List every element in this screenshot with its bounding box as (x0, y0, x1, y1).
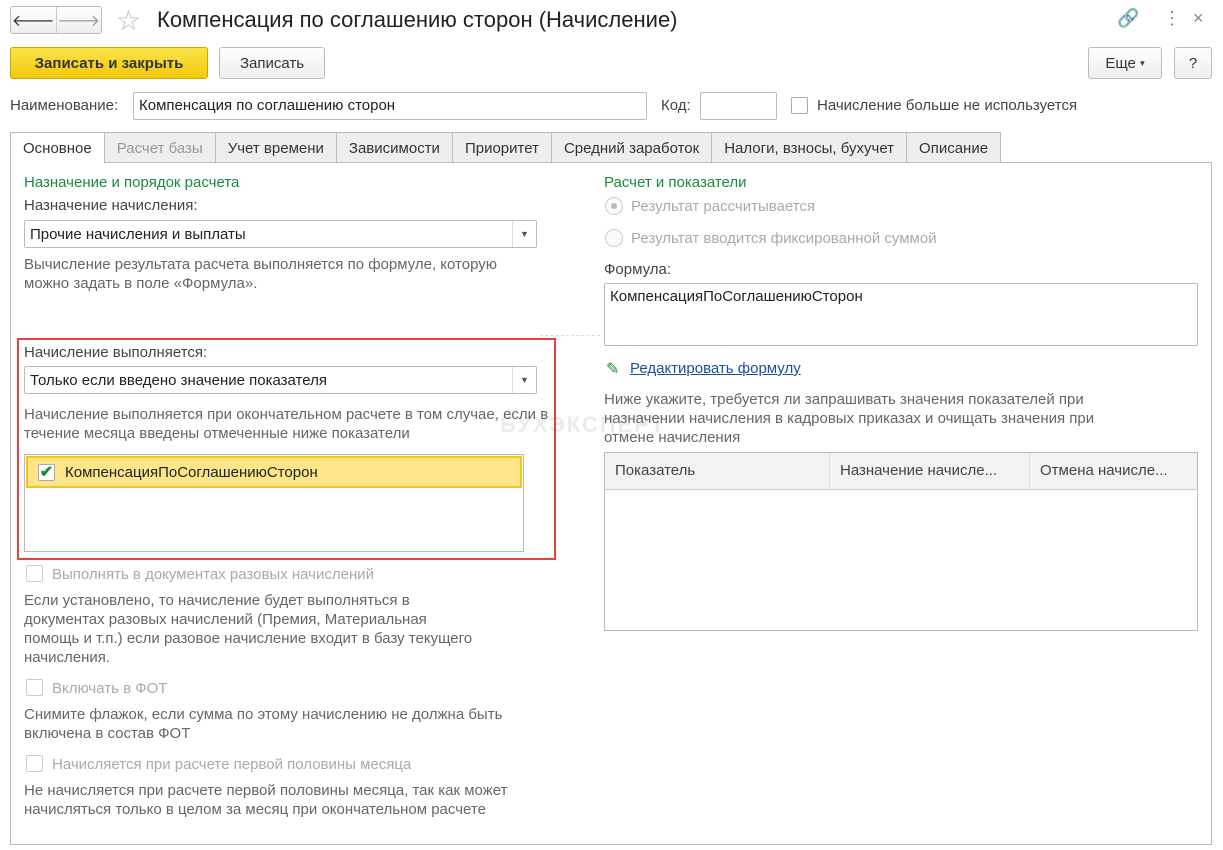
save-close-button[interactable]: Записать и закрыть (10, 47, 208, 79)
table-header: Показатель Назначение начисле... Отмена … (605, 453, 1197, 490)
opt3-checkbox[interactable] (26, 755, 43, 772)
tab-time[interactable]: Учет времени (214, 132, 337, 163)
left-section-title: Назначение и порядок расчета (24, 174, 240, 191)
radio-fixed-label: Результат вводится фиксированной суммой (631, 230, 937, 247)
page-title: Компенсация по соглашению сторон (Начисл… (157, 7, 678, 32)
indicator-list: ✔ КомпенсацияПоСоглашениюСторон (24, 454, 524, 552)
back-button[interactable]: 🡐 (11, 7, 56, 33)
indicator-name: КомпенсацияПоСоглашениюСторон (65, 463, 318, 481)
opt2-label: Включать в ФОТ (52, 680, 168, 697)
column-cancel[interactable]: Отмена начисле... (1030, 453, 1197, 489)
radio-calculated[interactable] (605, 197, 623, 215)
unused-label: Начисление больше не используется (817, 97, 1078, 114)
close-icon[interactable]: × (1193, 8, 1204, 29)
tab-base[interactable]: Расчет базы (103, 132, 216, 163)
tab-bar: Основное Расчет базы Учет времени Зависи… (10, 132, 1002, 163)
exec-hint: Начисление выполняется при окончательном… (24, 406, 549, 442)
tab-priority[interactable]: Приоритет (451, 132, 552, 163)
opt3-hint: Не начисляется при расчете первой полови… (24, 782, 508, 818)
code-label: Код: (661, 97, 691, 114)
right-hint: Ниже укажите, требуется ли запрашивать з… (604, 391, 1095, 446)
exec-label: Начисление выполняется: (24, 344, 208, 361)
formula-input[interactable]: КомпенсацияПоСоглашениюСторон (604, 283, 1198, 346)
tab-average-salary[interactable]: Средний заработок (550, 132, 713, 163)
code-input[interactable] (700, 92, 777, 120)
tab-dependencies[interactable]: Зависимости (335, 132, 453, 163)
edit-formula-link[interactable]: Редактировать формулу (630, 360, 801, 377)
more-button[interactable]: Еще ▾ (1088, 47, 1162, 79)
forward-button[interactable]: 🡒 (55, 7, 102, 33)
favorite-star-icon[interactable]: ☆ (116, 4, 141, 37)
unused-checkbox[interactable] (791, 97, 808, 114)
purpose-hint: Вычисление результата расчета выполняетс… (24, 256, 498, 292)
formula-label: Формула: (604, 261, 672, 278)
indicator-checkbox[interactable]: ✔ (38, 463, 55, 481)
tab-description[interactable]: Описание (906, 132, 1002, 163)
chevron-down-icon: ▾ (1140, 57, 1145, 68)
more-label: Еще (1105, 54, 1136, 72)
column-assign[interactable]: Назначение начисле... (830, 453, 1030, 489)
purpose-value: Прочие начисления и выплаты (30, 225, 246, 243)
opt3-label: Начисляется при расчете первой половины … (52, 756, 412, 773)
divider (540, 335, 600, 336)
purpose-label: Назначение начисления: (24, 197, 198, 214)
purpose-select[interactable]: Прочие начисления и выплаты ▼ (24, 220, 537, 248)
link-icon[interactable]: 🔗 (1117, 8, 1139, 29)
name-input[interactable]: Компенсация по соглашению сторон (133, 92, 647, 120)
dropdown-arrow-icon[interactable]: ▼ (512, 367, 536, 393)
opt1-hint: Если установлено, то начисление будет вы… (24, 592, 473, 666)
opt1-label: Выполнять в документах разовых начислени… (52, 566, 374, 583)
radio-fixed[interactable] (605, 229, 623, 247)
right-section-title: Расчет и показатели (604, 174, 747, 191)
name-label: Наименование: (10, 97, 119, 114)
exec-value: Только если введено значение показателя (30, 371, 327, 389)
column-indicator[interactable]: Показатель (605, 453, 830, 489)
pencil-icon: ✎ (606, 361, 620, 378)
opt1-checkbox[interactable] (26, 565, 43, 582)
tab-main[interactable]: Основное (10, 132, 105, 163)
indicators-table: Показатель Назначение начисле... Отмена … (604, 452, 1198, 631)
tab-taxes[interactable]: Налоги, взносы, бухучет (711, 132, 908, 163)
radio-calculated-label: Результат рассчитывается (631, 198, 816, 215)
nav-buttons: 🡐 🡒 (10, 6, 102, 34)
dropdown-arrow-icon[interactable]: ▼ (512, 221, 536, 247)
indicator-row[interactable]: ✔ КомпенсацияПоСоглашениюСторон (26, 456, 522, 488)
opt2-checkbox[interactable] (26, 679, 43, 696)
opt2-hint: Снимите флажок, если сумма по этому начи… (24, 706, 503, 742)
save-button[interactable]: Записать (219, 47, 325, 79)
help-button[interactable]: ? (1174, 47, 1212, 79)
exec-select[interactable]: Только если введено значение показателя ▼ (24, 366, 537, 394)
more-vertical-icon[interactable]: ⋮ (1163, 8, 1181, 29)
